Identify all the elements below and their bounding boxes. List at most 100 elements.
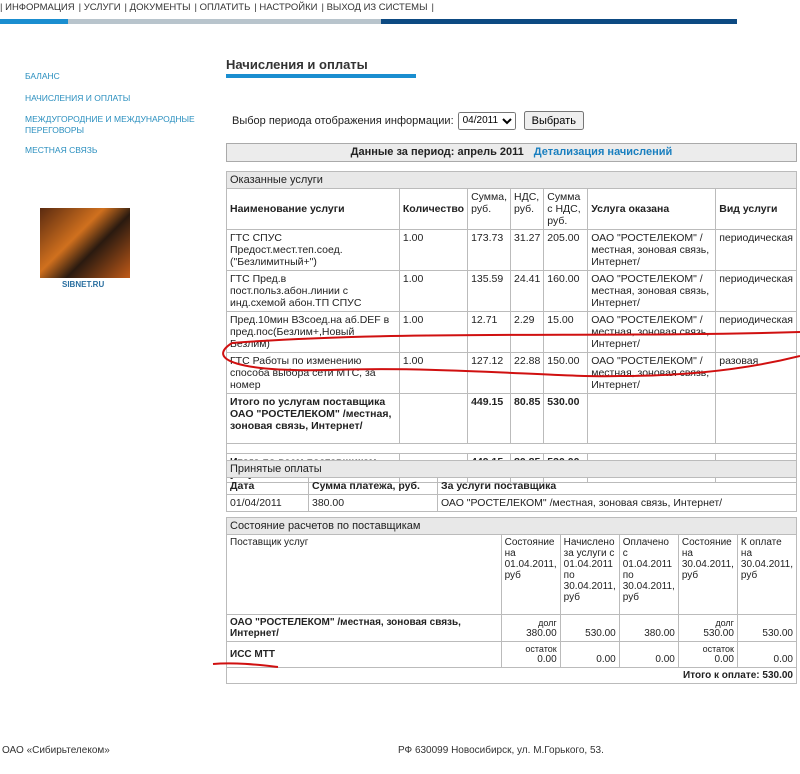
table-row: ГТС Работы по изменению способа выбора с…: [226, 352, 797, 394]
period-text: Данные за период: апрель 2011: [350, 146, 524, 158]
payment-amount: 380.00: [308, 494, 438, 512]
details-link[interactable]: Детализация начислений: [534, 146, 673, 158]
value: 0.00: [714, 654, 734, 665]
cell: 135.59: [467, 270, 512, 312]
cell: 15.00: [543, 311, 589, 353]
table-row: ИСС МТТ остаток 0.00 0.00 0.00 остаток 0.00 0.0…: [226, 641, 798, 668]
cell: периодическая: [715, 229, 797, 271]
cell: 0.00: [618, 641, 679, 668]
nav-bar: [68, 19, 381, 24]
col-header: Состояние на 01.04.2011, руб: [500, 534, 561, 615]
nav-bar-dark: [381, 19, 737, 24]
cell: 1.00: [398, 311, 469, 353]
cell: 2.29: [510, 311, 545, 353]
period-select[interactable]: 04/2011: [457, 111, 516, 130]
cell: 22.88: [510, 352, 545, 394]
col-header: Сумма платежа, руб.: [308, 477, 438, 495]
nav-services[interactable]: УСЛУГИ: [84, 2, 121, 13]
cell: 0.00: [736, 641, 798, 668]
payment-date: 01/04/2011: [226, 494, 309, 512]
table-row: ГТС Пред.в пост.польз.абон.линии с инд.с…: [226, 270, 797, 312]
state-table: Состояние расчетов по поставщикам Постав…: [226, 517, 798, 684]
nav-settings[interactable]: НАСТРОЙКИ: [259, 2, 317, 13]
table-row: 01/04/2011 380.00 ОАО "РОСТЕЛЕКОМ" /местна…: [226, 494, 797, 512]
cell: 380.00: [618, 614, 679, 642]
cell: 530.00: [736, 614, 798, 642]
col-header: Оплачено с 01.04.2011 по 30.04.2011, руб: [618, 534, 679, 615]
cell: 205.00: [543, 229, 589, 271]
col-header: За услуги поставщика: [437, 477, 797, 495]
col-header: Вид услуги: [715, 188, 797, 230]
footer-address: РФ 630099 Новосибирск, ул. М.Горького, 5…: [398, 745, 604, 756]
cell: периодическая: [715, 270, 797, 312]
grand-total: Итого к оплате: 530.00: [226, 667, 797, 684]
cell: долг 380.00: [500, 614, 561, 642]
services-caption: Оказанные услуги: [226, 171, 797, 189]
cell: ОАО "РОСТЕЛЕКОМ" / местная, зоновая связ…: [587, 270, 717, 312]
value: 0.00: [655, 654, 675, 665]
cell: ОАО "РОСТЕЛЕКОМ" / местная, зоновая связ…: [587, 229, 717, 271]
status-label: остаток: [702, 644, 734, 654]
nav-pay[interactable]: ОПЛАТИТЬ: [200, 2, 251, 13]
period-label: Выбор периода отображения информации:: [232, 114, 454, 127]
col-header: Наименование услуги: [226, 188, 400, 230]
cell: ОАО "РОСТЕЛЕКОМ" / местная, зоновая связ…: [587, 352, 717, 394]
sidebar-charges[interactable]: НАЧИСЛЕНИЯ И ОПЛАТЫ: [25, 93, 130, 104]
banner-image[interactable]: [40, 208, 130, 278]
status-label: долг: [715, 618, 734, 628]
cell: 0.00: [559, 641, 620, 668]
sidebar-balance[interactable]: БАЛАНС: [25, 71, 60, 82]
cell: 12.71: [467, 311, 512, 353]
col-header: Начислено за услуги с 01.04.2011 по 30.0…: [559, 534, 620, 615]
nav-documents[interactable]: ДОКУМЕНТЫ: [130, 2, 191, 13]
cell: ОАО "РОСТЕЛЕКОМ" /местная, зоновая связь…: [226, 614, 502, 642]
col-header: Количество: [398, 188, 469, 230]
col-header: Услуга оказана: [587, 188, 717, 230]
col-header: Дата: [226, 477, 309, 495]
banner-label[interactable]: SIBNET.RU: [62, 280, 104, 289]
cell: разовая: [715, 352, 797, 394]
status-label: остаток: [525, 644, 557, 654]
cell: 150.00: [543, 352, 589, 394]
cell: 173.73: [467, 229, 512, 271]
cell: ГТС Пред.в пост.польз.абон.линии с инд.с…: [226, 270, 400, 312]
col-header: НДС, руб.: [510, 188, 545, 230]
title-underline: [226, 74, 416, 78]
subtotal-total: 530.00: [543, 393, 589, 444]
nav-bar-active: [0, 19, 68, 24]
subtotal-sum: 449.15: [467, 393, 512, 444]
value: 0.00: [537, 654, 557, 665]
sidebar-longdistance[interactable]: МЕЖДУГОРОДНИЕ И МЕЖДУНАРОДНЫЕ ПЕРЕГОВОРЫ: [25, 114, 195, 136]
cell: 1.00: [398, 270, 469, 312]
cell: ГТС Работы по изменению способа выбора с…: [226, 352, 400, 394]
value: 530.00: [585, 628, 616, 639]
nav-info[interactable]: ИНФОРМАЦИЯ: [5, 2, 75, 13]
sidebar-local[interactable]: МЕСТНАЯ СВЯЗЬ: [25, 145, 97, 156]
cell: 1.00: [398, 229, 469, 271]
footer-company: ОАО «Сибирьтелеком»: [2, 745, 110, 756]
subtotal-label: Итого по услугам поставщика ОАО "РОСТЕЛЕ…: [226, 393, 400, 444]
cell: 530.00: [559, 614, 620, 642]
payment-provider: ОАО "РОСТЕЛЕКОМ" /местная, зоновая связь…: [437, 494, 797, 512]
cell: Пред.10мин ВЗсоед.на аб.DEF в пред.пос(Б…: [226, 311, 400, 353]
state-caption: Состояние расчетов по поставщикам: [226, 517, 797, 535]
select-button[interactable]: Выбрать: [523, 111, 584, 130]
col-header: Сумма с НДС, руб.: [543, 188, 589, 230]
cell: остаток 0.00: [677, 641, 738, 668]
services-table: Оказанные услуги Наименование услуги Кол…: [226, 171, 797, 483]
value: 380.00: [526, 628, 557, 639]
table-row: ОАО "РОСТЕЛЕКОМ" /местная, зоновая связь…: [226, 614, 798, 642]
table-row: Пред.10мин ВЗсоед.на аб.DEF в пред.пос(Б…: [226, 311, 797, 353]
value: 530.00: [703, 628, 734, 639]
period-selector: Выбор периода отображения информации: 04…: [232, 111, 584, 130]
payments-table: Принятые оплаты Дата Сумма платежа, руб. З…: [226, 460, 797, 512]
cell: 160.00: [543, 270, 589, 312]
cell: 24.41: [510, 270, 545, 312]
nav-logout[interactable]: ВЫХОД ИЗ СИСТЕМЫ: [327, 2, 428, 13]
cell: долг 530.00: [677, 614, 738, 642]
cell: остаток 0.00: [500, 641, 561, 668]
value: 380.00: [644, 628, 675, 639]
col-header: Состояние на 30.04.2011, руб: [677, 534, 738, 615]
status-label: долг: [538, 618, 557, 628]
value: 0.00: [596, 654, 616, 665]
